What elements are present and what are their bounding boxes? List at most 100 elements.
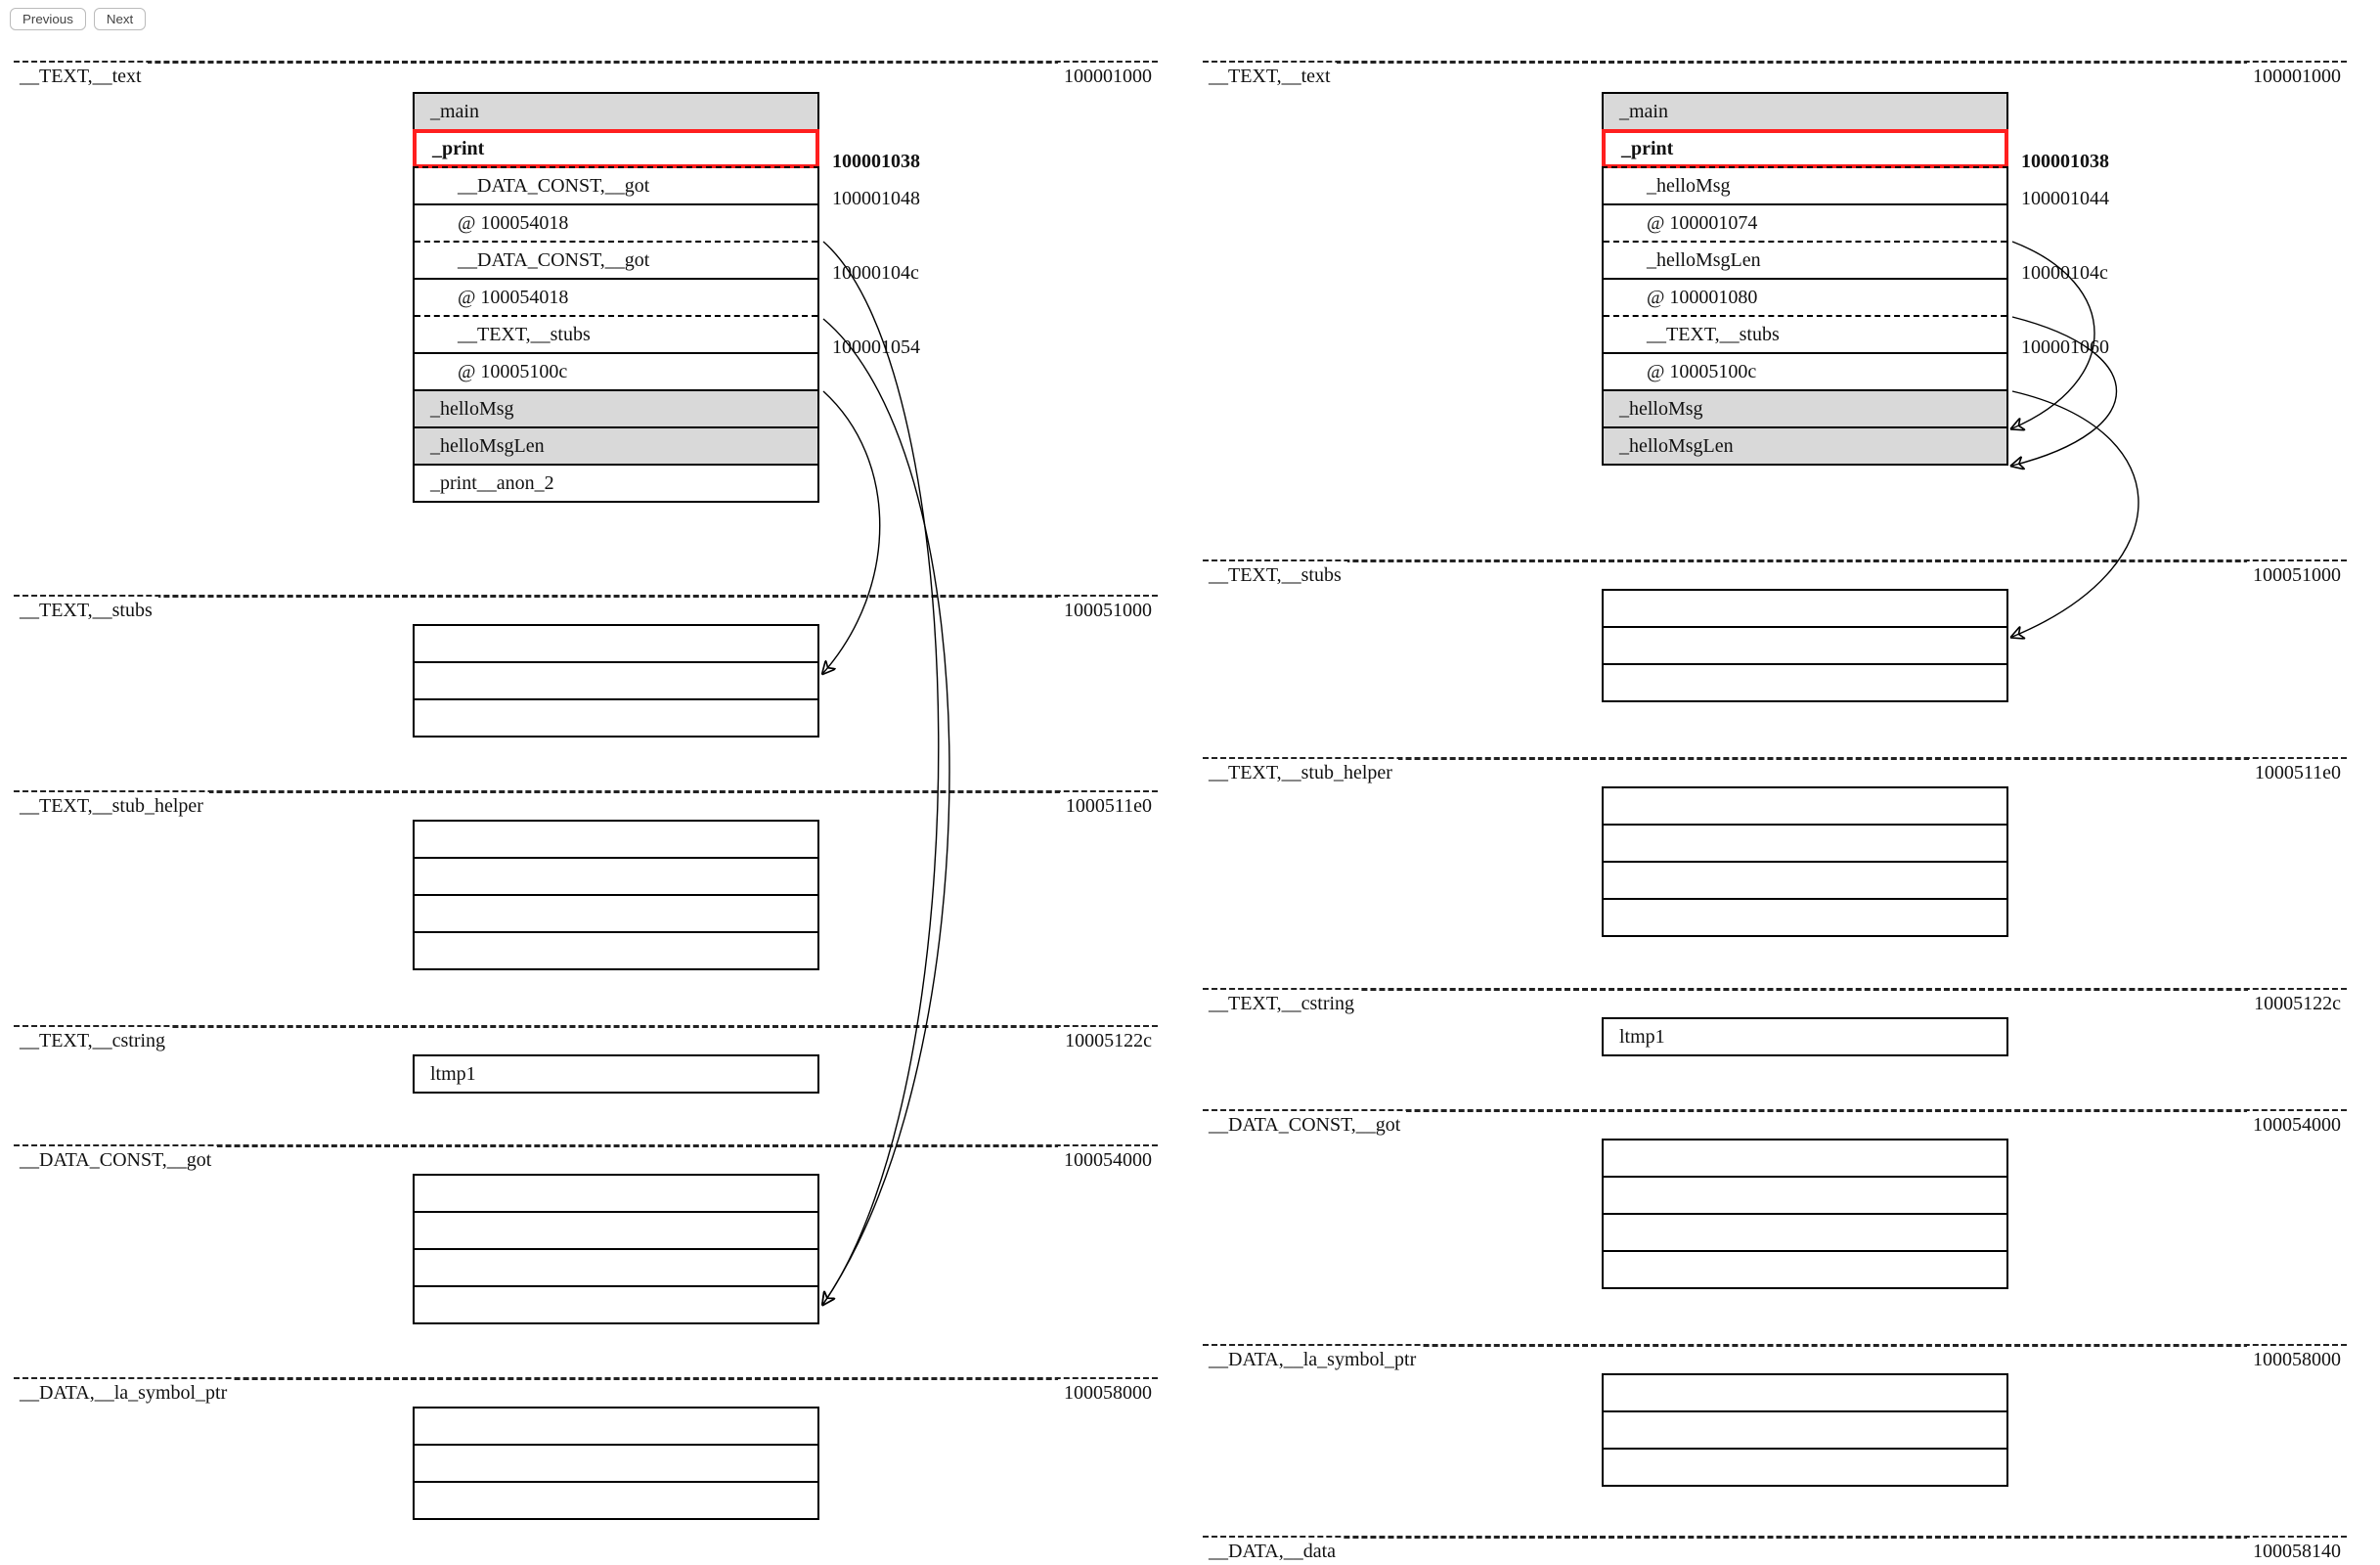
addr-3: 100001060 [1602, 352, 2008, 354]
addr-2: 10000104c [413, 278, 819, 280]
table-row [1604, 788, 2006, 826]
table-row [1604, 1252, 2006, 1289]
section-label: __TEXT,__text [1203, 63, 1337, 90]
table-row [1604, 1412, 2006, 1450]
section-addr: 10005122c [2248, 990, 2347, 1017]
cell-hellomsg-ref-a: _helloMsg [1604, 168, 2006, 205]
section-label: __TEXT,__stub_helper [14, 792, 209, 820]
right-section-data: __DATA,__data 100058140 [1203, 1536, 2347, 1539]
addr-label: 100001038 [2016, 151, 2114, 173]
cell-ltmp1: ltmp1 [415, 1056, 817, 1094]
section-label: __DATA_CONST,__got [1203, 1111, 1406, 1139]
box-stubs [1602, 589, 2008, 702]
addr-label: 100001038 [827, 151, 925, 173]
table-row [1604, 1375, 2006, 1412]
addr-label: 100001048 [827, 188, 925, 210]
table-row [415, 1213, 817, 1250]
addr-label: 10000104c [827, 262, 924, 285]
section-label: __TEXT,__stub_helper [1203, 759, 1398, 786]
addr-3: 100001054 [413, 352, 819, 354]
cell-hello-msg-len: _helloMsgLen [415, 428, 817, 466]
addr-label: 100001044 [2016, 188, 2114, 210]
cell-main: _main [1604, 94, 2006, 131]
section-addr: 100058140 [2247, 1538, 2347, 1565]
left-section-got: __DATA_CONST,__got 100054000 [14, 1144, 1158, 1147]
section-addr: 100058000 [1058, 1379, 1158, 1407]
section-label: __TEXT,__stubs [14, 597, 158, 624]
cell-hellomsglen-ref-b: @ 100001080 [1604, 280, 2006, 317]
cell-hello-msg-len: _helloMsgLen [1604, 428, 2006, 466]
cell-hello-msg: _helloMsg [1604, 391, 2006, 428]
table-row [415, 896, 817, 933]
left-section-cstring: __TEXT,__cstring 10005122c [14, 1025, 1158, 1028]
table-row [415, 1176, 817, 1213]
column-right: __TEXT,__text 100001000 _main _print _he… [1203, 0, 2347, 1543]
addr-label: 100001060 [2016, 336, 2114, 359]
section-label: __DATA_CONST,__got [14, 1146, 217, 1174]
table-row [415, 1250, 817, 1287]
section-addr: 100058000 [2247, 1346, 2347, 1373]
section-addr: 100054000 [1058, 1146, 1158, 1174]
box-text: _main _print __DATA_CONST,__got @ 100054… [413, 92, 819, 503]
box-cstring: ltmp1 [1602, 1017, 2008, 1056]
table-row [1604, 665, 2006, 702]
addr-2: 10000104c [1602, 278, 2008, 280]
table-row [1604, 1140, 2006, 1178]
right-section-text: __TEXT,__text 100001000 [1203, 61, 2347, 64]
left-section-text: __TEXT,__text 100001000 [14, 61, 1158, 64]
addr-1: 100001048 [413, 203, 819, 205]
section-addr: 100001000 [1058, 63, 1158, 90]
table-row [415, 700, 817, 738]
cell-stubs-ref-b: @ 10005100c [1604, 354, 2006, 391]
cell-hellomsglen-ref-a: _helloMsgLen [1604, 243, 2006, 280]
section-addr: 100051000 [2247, 561, 2347, 589]
section-label: __TEXT,__stubs [1203, 561, 1347, 589]
box-stub-helper [1602, 786, 2008, 937]
cell-print[interactable]: _print [413, 129, 819, 168]
table-row [415, 933, 817, 970]
addr-label: 100001054 [827, 336, 925, 359]
table-row [415, 859, 817, 896]
section-label: __TEXT,__cstring [1203, 990, 1360, 1017]
addr-print: 100001038 [413, 166, 819, 168]
table-row [415, 1446, 817, 1483]
cell-ltmp1: ltmp1 [1604, 1019, 2006, 1056]
box-stubs [413, 624, 819, 738]
box-la-symbol-ptr [1602, 1373, 2008, 1487]
table-row [1604, 1215, 2006, 1252]
section-addr: 1000511e0 [1060, 792, 1158, 820]
right-section-stub-helper: __TEXT,__stub_helper 1000511e0 [1203, 757, 2347, 760]
addr-1: 100001044 [1602, 203, 2008, 205]
box-stub-helper [413, 820, 819, 970]
table-row [1604, 1178, 2006, 1215]
cell-got-ref-1a: __DATA_CONST,__got [415, 168, 817, 205]
cell-print[interactable]: _print [1602, 129, 2008, 168]
box-got [413, 1174, 819, 1324]
section-label: __TEXT,__cstring [14, 1027, 171, 1054]
left-section-la-symbol-ptr: __DATA,__la_symbol_ptr 100058000 [14, 1377, 1158, 1380]
box-cstring: ltmp1 [413, 1054, 819, 1094]
cell-stubs-ref-a: __TEXT,__stubs [1604, 317, 2006, 354]
section-addr: 1000511e0 [2249, 759, 2347, 786]
cell-hello-msg: _helloMsg [415, 391, 817, 428]
cell-got-ref-2b: @ 100054018 [415, 280, 817, 317]
cell-print-anon2: _print__anon_2 [415, 466, 817, 503]
table-row [415, 1408, 817, 1446]
cell-got-ref-2a: __DATA_CONST,__got [415, 243, 817, 280]
right-section-cstring: __TEXT,__cstring 10005122c [1203, 988, 2347, 991]
left-section-stub-helper: __TEXT,__stub_helper 1000511e0 [14, 790, 1158, 793]
table-row [415, 1483, 817, 1520]
table-row [415, 1287, 817, 1324]
section-label: __TEXT,__text [14, 63, 148, 90]
table-row [1604, 591, 2006, 628]
table-row [1604, 1450, 2006, 1487]
column-left: __TEXT,__text 100001000 _main _print __D… [14, 0, 1158, 1543]
table-row [1604, 863, 2006, 900]
addr-print: 100001038 [1602, 166, 2008, 168]
section-label: __DATA,__data [1203, 1538, 1342, 1565]
section-addr: 100001000 [2247, 63, 2347, 90]
cell-got-ref-1b: @ 100054018 [415, 205, 817, 243]
table-row [415, 822, 817, 859]
section-addr: 10005122c [1059, 1027, 1158, 1054]
table-row [415, 626, 817, 663]
